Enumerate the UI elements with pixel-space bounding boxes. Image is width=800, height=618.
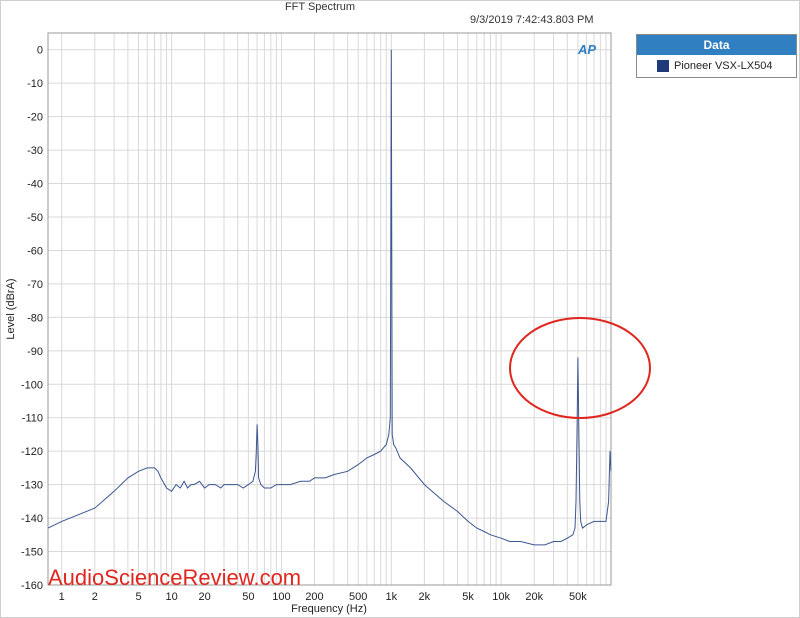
y-tick-label: -110 bbox=[22, 413, 43, 425]
y-tick-label: -10 bbox=[27, 78, 43, 90]
highlight-circle bbox=[509, 317, 651, 419]
x-tick-labels: 1 2 5 10 20 50 100 200 500 1k 2k 5k 10k 20k 50k bbox=[59, 591, 588, 603]
x-tick-label: 10k bbox=[492, 591, 510, 603]
y-tick-label: -20 bbox=[27, 112, 43, 124]
x-tick-label: 10 bbox=[165, 591, 177, 603]
y-tick-label: -160 bbox=[21, 580, 43, 592]
x-tick-label: 1k bbox=[385, 591, 397, 603]
y-tick-label: -150 bbox=[21, 547, 43, 559]
x-tick-label: 20 bbox=[199, 591, 211, 603]
x-tick-label: 1 bbox=[59, 591, 65, 603]
y-tick-label: -50 bbox=[27, 212, 43, 224]
y-tick-label: -80 bbox=[27, 312, 43, 324]
y-tick-label: -30 bbox=[27, 145, 43, 157]
x-tick-label: 2k bbox=[419, 591, 431, 603]
x-tick-label: 500 bbox=[349, 591, 367, 603]
legend-header: Data bbox=[637, 35, 796, 55]
plot-area-border bbox=[47, 32, 612, 586]
x-tick-label: 200 bbox=[305, 591, 323, 603]
x-tick-label: 50k bbox=[569, 591, 587, 603]
y-tick-label: -120 bbox=[21, 446, 43, 458]
legend: Data Pioneer VSX-LX504 bbox=[636, 34, 797, 78]
x-tick-label: 5 bbox=[135, 591, 141, 603]
chart-svg: 0 -10 -20 -30 -40 -50 -60 -70 -80 -90 -100 -110 -120… bbox=[5, 32, 651, 615]
y-tick-labels: 0 -10 -20 -30 -40 -50 -60 -70 -80 -90 -100 -110 -120… bbox=[21, 45, 43, 592]
y-tick-label: -90 bbox=[27, 346, 43, 358]
x-tick-label: 50 bbox=[242, 591, 254, 603]
legend-swatch bbox=[657, 59, 669, 72]
y-tick-label: -70 bbox=[27, 279, 43, 291]
y-tick-label: -60 bbox=[27, 245, 43, 257]
legend-item-label: Pioneer VSX-LX504 bbox=[674, 59, 773, 72]
grid-layer bbox=[48, 33, 611, 586]
y-tick-label: -140 bbox=[21, 513, 43, 525]
x-tick-label: 2 bbox=[92, 591, 98, 603]
y-tick-label: -130 bbox=[21, 480, 43, 492]
y-tick-label: 0 bbox=[37, 45, 43, 57]
y-axis-label: Level (dBrA) bbox=[5, 278, 17, 339]
watermark: AudioScienceReview.com bbox=[48, 565, 302, 590]
legend-item[interactable]: Pioneer VSX-LX504 bbox=[637, 55, 796, 76]
series-line-pioneer-vsx-lx504 bbox=[47, 49, 612, 546]
y-tick-label: -100 bbox=[21, 379, 43, 391]
ap-logo: AP bbox=[578, 42, 597, 57]
x-tick-label: 5k bbox=[462, 591, 474, 603]
x-tick-label: 100 bbox=[272, 591, 290, 603]
y-tick-label: -40 bbox=[27, 179, 43, 191]
x-tick-label: 20k bbox=[525, 591, 543, 603]
x-axis-label: Frequency (Hz) bbox=[291, 603, 367, 615]
